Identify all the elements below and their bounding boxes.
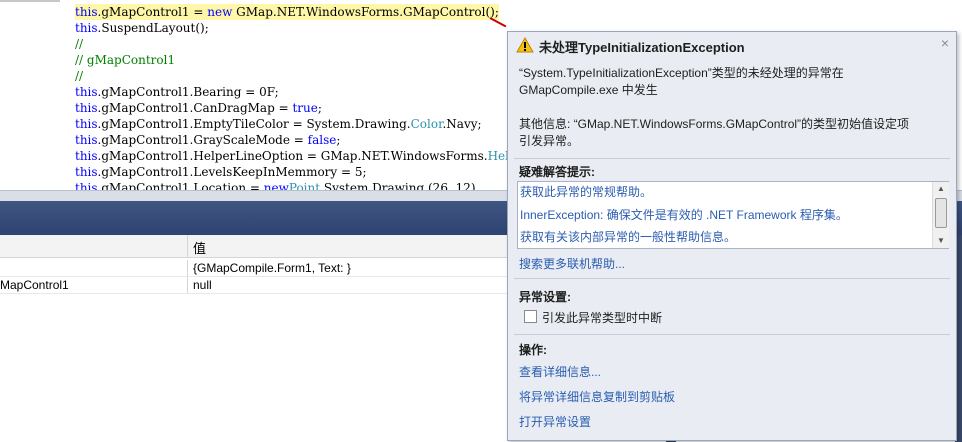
view-details-link[interactable]: 查看详细信息... [519, 363, 601, 380]
exception-title: 未处理TypeInitializationException [539, 40, 745, 55]
code-text: .gMapControl1.LevelsKeepInMemmory = 5; [97, 165, 367, 179]
locals-row-value: null [193, 278, 212, 292]
code-keyword: this [75, 149, 98, 163]
locals-row-name [0, 260, 188, 276]
code-text: .gMapControl1.Bearing = 0F; [97, 85, 279, 99]
code-text: .SuspendLayout(); [97, 21, 209, 35]
code-text: .gMapControl1.CanDragMap = [97, 101, 293, 115]
value-column-header[interactable]: 值 [193, 238, 206, 257]
code-keyword: this [75, 165, 98, 179]
tip-link[interactable]: 获取此异常的常规帮助。 [520, 183, 652, 200]
exception-message-line: “System.TypeInitializationException”类型的未… [519, 66, 844, 80]
close-button[interactable]: × [938, 36, 952, 50]
code-comment: // gMapControl1 [75, 53, 176, 67]
code-keyword: this [75, 101, 98, 115]
open-exception-settings-link[interactable]: 打开异常设置 [519, 413, 591, 430]
code-type: Point [288, 181, 321, 190]
troubleshooting-tips-list: 获取此异常的常规帮助。 InnerException: 确保文件是有效的 .NE… [517, 181, 949, 249]
additional-info-line: 其他信息: “GMap.NET.WindowsForms.GMapControl… [519, 117, 910, 131]
scroll-thumb[interactable] [935, 198, 947, 228]
exception-assistant-popup: 未处理TypeInitializationException × “System… [507, 31, 957, 441]
code-keyword: this [75, 181, 98, 190]
code-line[interactable]: // [75, 36, 83, 52]
code-keyword: this [75, 117, 98, 131]
code-line[interactable]: // gMapControl1 [75, 52, 175, 68]
break-on-exception-label[interactable]: 引发此异常类型时中断 [542, 309, 662, 326]
tips-scrollbar[interactable]: ▲ ▼ [932, 182, 949, 248]
troubleshooting-title: 疑难解答提示: [519, 165, 595, 179]
copy-details-link[interactable]: 将异常详细信息复制到剪贴板 [519, 388, 675, 405]
code-type: Color [410, 117, 443, 131]
code-keyword: true [292, 101, 318, 115]
code-text: .gMapControl1.HelperLineOption = GMap.NE… [97, 149, 488, 163]
divider [514, 158, 950, 159]
scroll-down-icon[interactable]: ▼ [933, 234, 949, 248]
locals-row-value: {GMapCompile.Form1, Text: } [193, 261, 351, 275]
code-keyword: this [75, 5, 98, 19]
code-keyword: new [263, 181, 289, 190]
code-keyword: this [75, 85, 98, 99]
code-line[interactable]: this.gMapControl1.CanDragMap = true; [75, 100, 322, 116]
code-text: GMap.NET.WindowsForms.GMapControl(); [232, 5, 499, 19]
code-line[interactable]: this.SuspendLayout(); [75, 20, 209, 36]
code-line[interactable]: this.gMapControl1.EmptyTileColor = Syste… [75, 116, 482, 132]
warning-icon [516, 37, 534, 53]
code-text: (26, 12) [428, 181, 476, 190]
code-comment: // [75, 37, 84, 51]
name-column-header[interactable] [0, 235, 188, 257]
code-keyword: this [75, 133, 98, 147]
code-line[interactable]: // [75, 68, 83, 84]
divider [514, 334, 950, 335]
code-text: System.Drawing. [320, 181, 428, 190]
code-keyword: false [307, 133, 337, 147]
exception-message: “System.TypeInitializationException”类型的未… [519, 65, 949, 99]
code-text: .gMapControl1.EmptyTileColor = System.Dr… [97, 117, 411, 131]
code-text: .gMapControl1.GrayScaleMode = [97, 133, 308, 147]
tip-link[interactable]: InnerException: 确保文件是有效的 .NET Framework … [520, 206, 848, 223]
code-line[interactable]: this.gMapControl1.Bearing = 0F; [75, 84, 279, 100]
code-comment: // [75, 69, 84, 83]
code-text: .gMapControl1 = [97, 5, 208, 19]
code-text: .gMapControl1.Location = [97, 181, 264, 190]
code-line[interactable]: this.gMapControl1.GrayScaleMode = false; [75, 132, 340, 148]
code-line[interactable]: this.gMapControl1.LevelsKeepInMemmory = … [75, 164, 367, 180]
search-online-help-link[interactable]: 搜索更多联机帮助... [519, 255, 625, 272]
break-on-exception-checkbox[interactable] [524, 310, 537, 323]
exception-message-line: GMapCompile.exe 中发生 [519, 83, 658, 97]
locals-row-name: MapControl1 [0, 277, 188, 293]
code-text: .Navy; [442, 117, 482, 131]
code-line[interactable]: this.gMapControl1 = new GMap.NET.Windows… [75, 4, 499, 20]
code-keyword: this [75, 21, 98, 35]
tip-link[interactable]: 获取有关该内部异常的一般性帮助信息。 [520, 228, 736, 245]
scroll-up-icon[interactable]: ▲ [933, 182, 949, 196]
code-text: ; [317, 101, 322, 115]
divider [514, 278, 950, 279]
exception-additional-info: 其他信息: “GMap.NET.WindowsForms.GMapControl… [519, 116, 949, 150]
exception-settings-title: 异常设置: [519, 290, 571, 304]
actions-title: 操作: [519, 343, 547, 357]
exception-titlebar: 未处理TypeInitializationException × [508, 32, 956, 57]
code-keyword: new [207, 5, 233, 19]
additional-info-line: 引发异常。 [519, 134, 580, 148]
code-line[interactable]: this.gMapControl1.Location = newPoint Sy… [75, 180, 476, 190]
code-text: ; [336, 133, 341, 147]
code-type: Hel [487, 149, 509, 163]
code-line[interactable]: this.gMapControl1.HelperLineOption = GMa… [75, 148, 509, 164]
editor-top-border [0, 0, 60, 2]
